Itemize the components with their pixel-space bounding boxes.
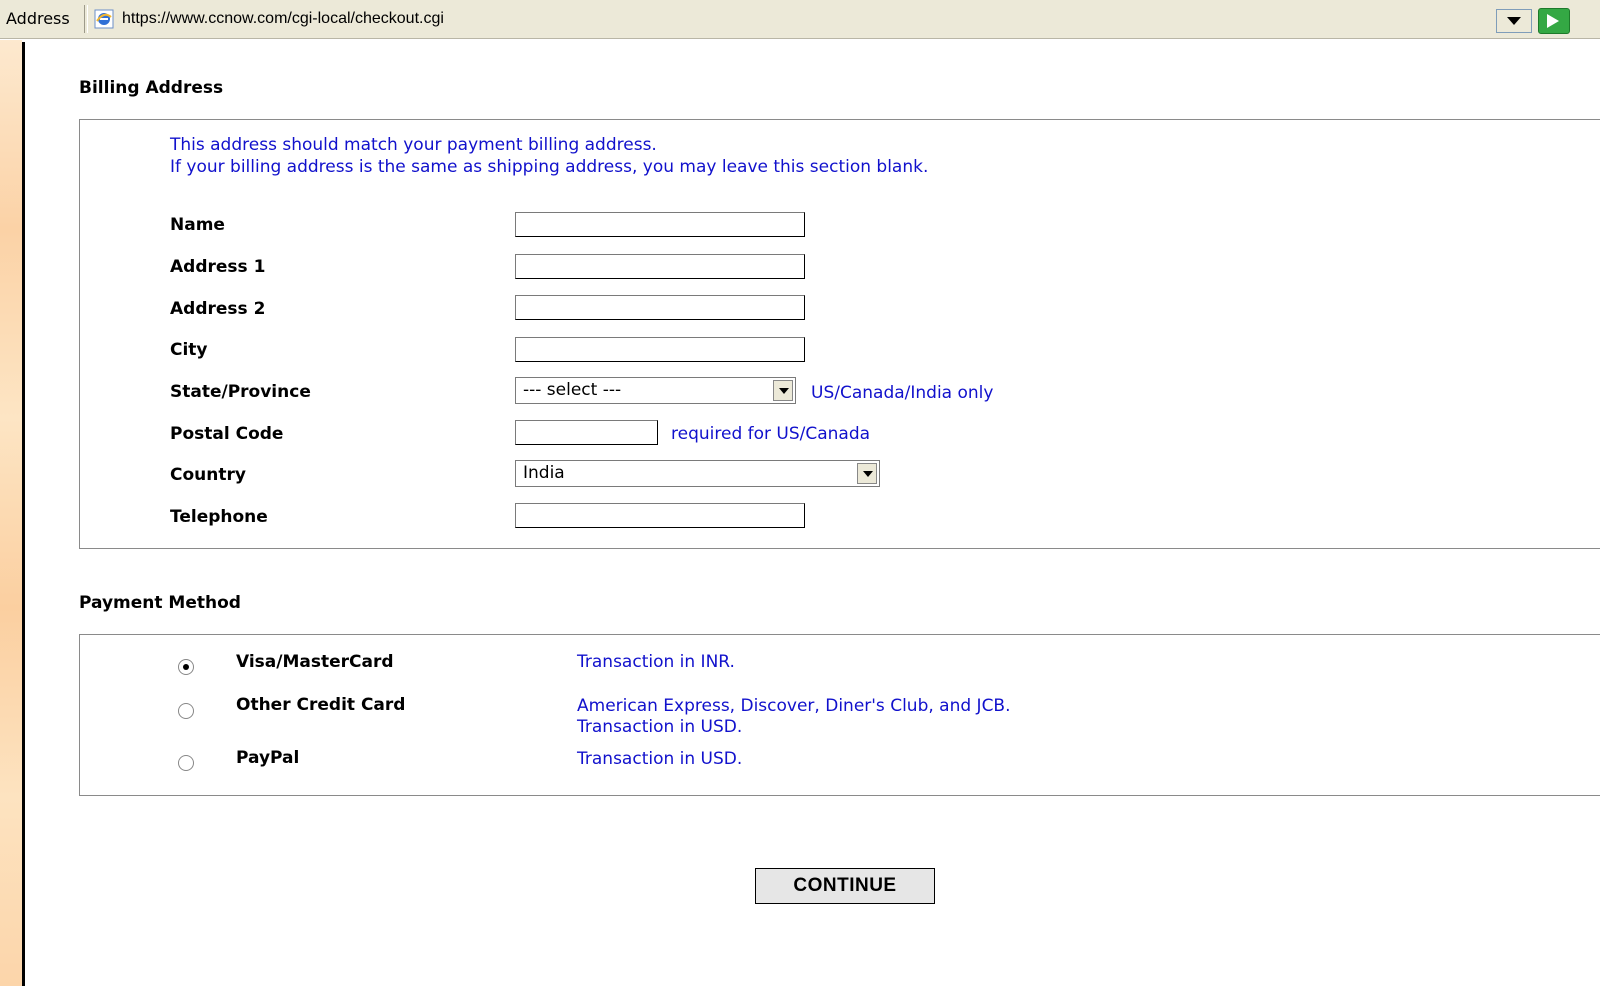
city-field[interactable] <box>515 337 805 362</box>
payment-section: Visa/MasterCard Transaction in INR. Othe… <box>79 634 1600 796</box>
billing-heading: Billing Address <box>79 78 224 98</box>
ie-page-icon <box>94 9 114 29</box>
left-background-stripe <box>0 40 22 986</box>
city-label: City <box>170 340 208 360</box>
billing-section: This address should match your payment b… <box>79 119 1600 549</box>
postal-hint: required for US/Canada <box>671 424 871 444</box>
paypal-label: PayPal <box>236 748 300 768</box>
paypal-desc: Transaction in USD. <box>577 749 743 769</box>
state-select[interactable]: --- select --- <box>515 377 796 404</box>
address1-label: Address 1 <box>170 257 266 277</box>
address-label: Address <box>6 9 70 28</box>
state-label: State/Province <box>170 382 311 402</box>
address-url-input[interactable]: https://www.ccnow.com/cgi-local/checkout… <box>122 8 444 30</box>
postal-label: Postal Code <box>170 424 284 444</box>
visa-mastercard-desc: Transaction in INR. <box>577 652 735 672</box>
state-hint: US/Canada/India only <box>811 383 994 403</box>
country-select[interactable]: India <box>515 460 880 487</box>
address-divider <box>84 5 88 33</box>
payment-heading: Payment Method <box>79 593 241 613</box>
visa-mastercard-label: Visa/MasterCard <box>236 652 394 672</box>
telephone-field[interactable] <box>515 503 805 528</box>
chevron-down-icon[interactable] <box>1496 9 1532 33</box>
address1-field[interactable] <box>515 254 805 279</box>
browser-address-bar: Address https://www.ccnow.com/cgi-local/… <box>0 0 1600 39</box>
other-credit-card-radio[interactable] <box>178 703 194 719</box>
page-content: Billing Address This address should matc… <box>22 42 1600 986</box>
continue-button[interactable]: CONTINUE <box>755 868 935 904</box>
paypal-radio[interactable] <box>178 755 194 771</box>
chevron-down-icon[interactable] <box>857 463 877 484</box>
other-credit-card-desc-line2: Transaction in USD. <box>577 717 743 737</box>
state-select-value: --- select --- <box>523 380 622 400</box>
name-label: Name <box>170 215 225 235</box>
address2-label: Address 2 <box>170 299 266 319</box>
country-select-value: India <box>523 463 565 483</box>
other-credit-card-desc-line1: American Express, Discover, Diner's Club… <box>577 696 1011 716</box>
country-label: Country <box>170 465 246 485</box>
postal-field[interactable] <box>515 420 658 445</box>
chevron-down-icon[interactable] <box>773 380 793 401</box>
other-credit-card-label: Other Credit Card <box>236 695 406 715</box>
billing-intro-line2: If your billing address is the same as s… <box>170 157 929 177</box>
visa-mastercard-radio[interactable] <box>178 659 194 675</box>
telephone-label: Telephone <box>170 507 268 527</box>
billing-intro-line1: This address should match your payment b… <box>170 135 657 155</box>
address2-field[interactable] <box>515 295 805 320</box>
go-arrow-icon[interactable] <box>1538 8 1570 34</box>
name-field[interactable] <box>515 212 805 237</box>
